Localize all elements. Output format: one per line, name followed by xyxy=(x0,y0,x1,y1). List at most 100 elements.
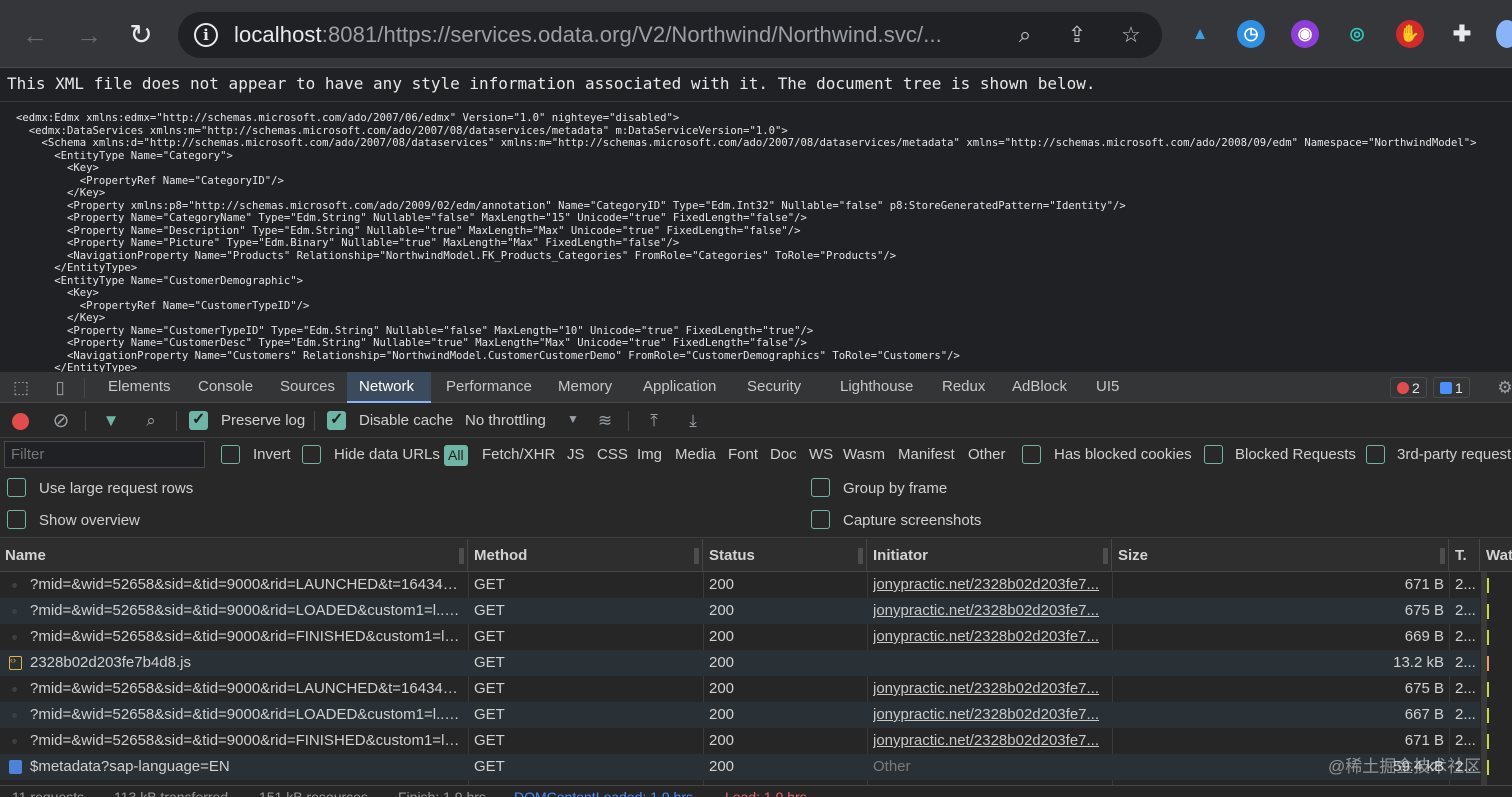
preserve-log-checkbox[interactable] xyxy=(189,409,208,430)
request-name[interactable]: ?mid=&wid=52658&sid=&tid=9000&rid=LAUNCH… xyxy=(30,676,462,702)
show-overview-checkbox[interactable] xyxy=(7,510,26,529)
table-row[interactable]: $metadata?sap-language=EN GET 200 Other 59.4… xyxy=(0,754,1489,780)
third-party-checkbox[interactable] xyxy=(1366,445,1385,464)
export-har-icon[interactable]: ⤓ xyxy=(682,410,704,432)
tab-performance[interactable]: Performance xyxy=(434,372,544,403)
search-icon[interactable]: ⌕ xyxy=(1012,22,1038,48)
search-icon[interactable]: ⌕ xyxy=(140,410,162,432)
column-resize-handle[interactable] xyxy=(1103,548,1108,564)
tab-redux[interactable]: Redux xyxy=(930,372,997,403)
share-icon[interactable]: ⇪ xyxy=(1064,22,1090,48)
filter-icon[interactable]: ▼ xyxy=(100,410,122,432)
chevron-down-icon[interactable]: ▼ xyxy=(567,412,579,426)
column-initiator[interactable]: Initiator xyxy=(868,539,1112,572)
info-icon[interactable]: i xyxy=(194,23,218,47)
tab-memory[interactable]: Memory xyxy=(546,372,624,403)
type-filter-media[interactable]: Media xyxy=(675,446,716,463)
extension-clock-icon[interactable]: ◷ xyxy=(1237,20,1265,48)
puzzle-icon[interactable]: ✚ xyxy=(1448,20,1476,48)
column-resize-handle[interactable] xyxy=(459,548,464,564)
type-filter-all[interactable]: All xyxy=(444,445,468,466)
inspect-element-icon[interactable]: ⬚ xyxy=(10,377,32,399)
request-initiator[interactable]: jonypractic.net/2328b02d203fe7... xyxy=(873,676,1105,702)
has-blocked-cookies-checkbox[interactable] xyxy=(1022,445,1041,464)
throttling-select[interactable]: No throttling xyxy=(465,412,546,429)
request-name[interactable]: ?mid=&wid=52658&sid=&tid=9000&rid=FINISH… xyxy=(30,728,462,754)
type-filter-doc[interactable]: Doc xyxy=(770,446,797,463)
url-text[interactable]: localhost:8081/https://services.odata.or… xyxy=(234,22,942,48)
table-row[interactable]: ?mid=&wid=52658&sid=&tid=9000&rid=LOADED… xyxy=(0,702,1489,728)
import-har-icon[interactable]: ⤒ xyxy=(643,410,665,432)
star-icon[interactable]: ☆ xyxy=(1118,22,1144,48)
request-name[interactable]: ?mid=&wid=52658&sid=&tid=9000&rid=LAUNCH… xyxy=(30,572,462,598)
tab-sources[interactable]: Sources xyxy=(268,372,347,403)
device-toolbar-icon[interactable]: ▯ xyxy=(49,377,71,399)
table-row[interactable]: ?mid=&wid=52658&sid=&tid=9000&rid=LAUNCH… xyxy=(0,572,1489,598)
column-size[interactable]: Size xyxy=(1113,539,1449,572)
address-bar[interactable]: i localhost:8081/https://services.odata.… xyxy=(178,12,1162,58)
type-filter-manifest[interactable]: Manifest xyxy=(898,446,955,463)
record-icon[interactable] xyxy=(12,413,29,430)
network-conditions-icon[interactable]: ≋ xyxy=(594,410,616,432)
hide-data-urls-checkbox[interactable] xyxy=(302,445,321,464)
type-filter-wasm[interactable]: Wasm xyxy=(843,446,885,463)
type-filter-fetch-xhr[interactable]: Fetch/XHR xyxy=(482,446,555,463)
request-name[interactable]: ?mid=&wid=52658&sid=&tid=9000&rid=FINISH… xyxy=(30,624,462,650)
forward-icon[interactable]: → xyxy=(72,18,106,52)
table-row[interactable]: ?mid=&wid=52658&sid=&tid=9000&rid=FINISH… xyxy=(0,624,1489,650)
table-row[interactable]: ?mid=&wid=52658&sid=&tid=9000&rid=LAUNCH… xyxy=(0,676,1489,702)
disable-cache-checkbox[interactable] xyxy=(327,409,346,430)
type-filter-css[interactable]: CSS xyxy=(597,446,628,463)
table-row[interactable]: ?mid=&wid=52658&sid=&tid=9000&rid=FINISH… xyxy=(0,728,1489,754)
column-waterfall[interactable]: Wat xyxy=(1481,539,1512,572)
request-initiator[interactable]: jonypractic.net/2328b02d203fe7... xyxy=(873,702,1105,728)
type-filter-ws[interactable]: WS xyxy=(809,446,833,463)
message-count-badge[interactable]: 1 xyxy=(1433,377,1470,398)
clear-icon[interactable]: ⊘ xyxy=(50,410,72,432)
invert-checkbox[interactable] xyxy=(221,445,240,464)
column-name[interactable]: Name xyxy=(0,539,468,572)
table-row[interactable]: ?mid=&wid=52658&sid=&tid=9000&rid=LOADED… xyxy=(0,598,1489,624)
request-initiator[interactable]: jonypractic.net/2328b02d203fe7... xyxy=(873,598,1105,624)
request-initiator[interactable]: jonypractic.net/2328b02d203fe7... xyxy=(873,728,1105,754)
column-resize-handle[interactable] xyxy=(694,548,699,564)
capture-screenshots-checkbox[interactable] xyxy=(811,510,830,529)
type-filter-img[interactable]: Img xyxy=(637,446,662,463)
request-name[interactable]: ?mid=&wid=52658&sid=&tid=9000&rid=LOADED… xyxy=(30,702,462,728)
tab-elements[interactable]: Elements xyxy=(96,372,183,403)
tab-ui5[interactable]: UI5 xyxy=(1084,372,1131,403)
group-by-frame-checkbox[interactable] xyxy=(811,478,830,497)
column-resize-handle[interactable] xyxy=(1440,548,1445,564)
column-method[interactable]: Method xyxy=(469,539,703,572)
request-initiator[interactable]: jonypractic.net/2328b02d203fe7... xyxy=(873,624,1105,650)
type-filter-other[interactable]: Other xyxy=(968,446,1006,463)
extension-icon-3[interactable]: ◉ xyxy=(1291,20,1319,48)
table-row[interactable]: 2328b02d203fe7b4d8.js GET 200 13.2 kB 2... xyxy=(0,650,1489,676)
request-initiator[interactable]: jonypractic.net/2328b02d203fe7... xyxy=(873,572,1105,598)
request-name[interactable]: $metadata?sap-language=EN xyxy=(30,754,462,780)
request-name[interactable]: ?mid=&wid=52658&sid=&tid=9000&rid=LOADED… xyxy=(30,598,462,624)
reload-icon[interactable]: ↻ xyxy=(124,18,158,52)
type-filter-font[interactable]: Font xyxy=(728,446,758,463)
tab-adblock[interactable]: AdBlock xyxy=(1000,372,1079,403)
tab-security[interactable]: Security xyxy=(735,372,813,403)
tab-lighthouse[interactable]: Lighthouse xyxy=(828,372,925,403)
tab-console[interactable]: Console xyxy=(186,372,265,403)
back-icon[interactable]: ← xyxy=(18,18,52,52)
extension-icon-1[interactable]: ▲ xyxy=(1186,20,1214,48)
column-resize-handle[interactable] xyxy=(858,548,863,564)
large-rows-checkbox[interactable] xyxy=(7,478,26,497)
error-count-badge[interactable]: 2 xyxy=(1390,377,1427,398)
blocked-requests-checkbox[interactable] xyxy=(1204,445,1223,464)
table-scrollbar[interactable] xyxy=(1481,572,1487,797)
adblock-icon[interactable]: ✋ xyxy=(1396,20,1424,48)
column-status[interactable]: Status xyxy=(704,539,867,572)
request-name[interactable]: 2328b02d203fe7b4d8.js xyxy=(30,650,462,676)
settings-gear-icon[interactable]: ⚙ xyxy=(1494,377,1512,399)
tab-network[interactable]: Network xyxy=(347,372,431,403)
extension-icon-4[interactable]: ◎ xyxy=(1343,20,1371,48)
column-time[interactable]: T. xyxy=(1450,539,1480,572)
filter-input[interactable] xyxy=(4,441,205,468)
tab-application[interactable]: Application xyxy=(631,372,728,403)
type-filter-js[interactable]: JS xyxy=(567,446,585,463)
